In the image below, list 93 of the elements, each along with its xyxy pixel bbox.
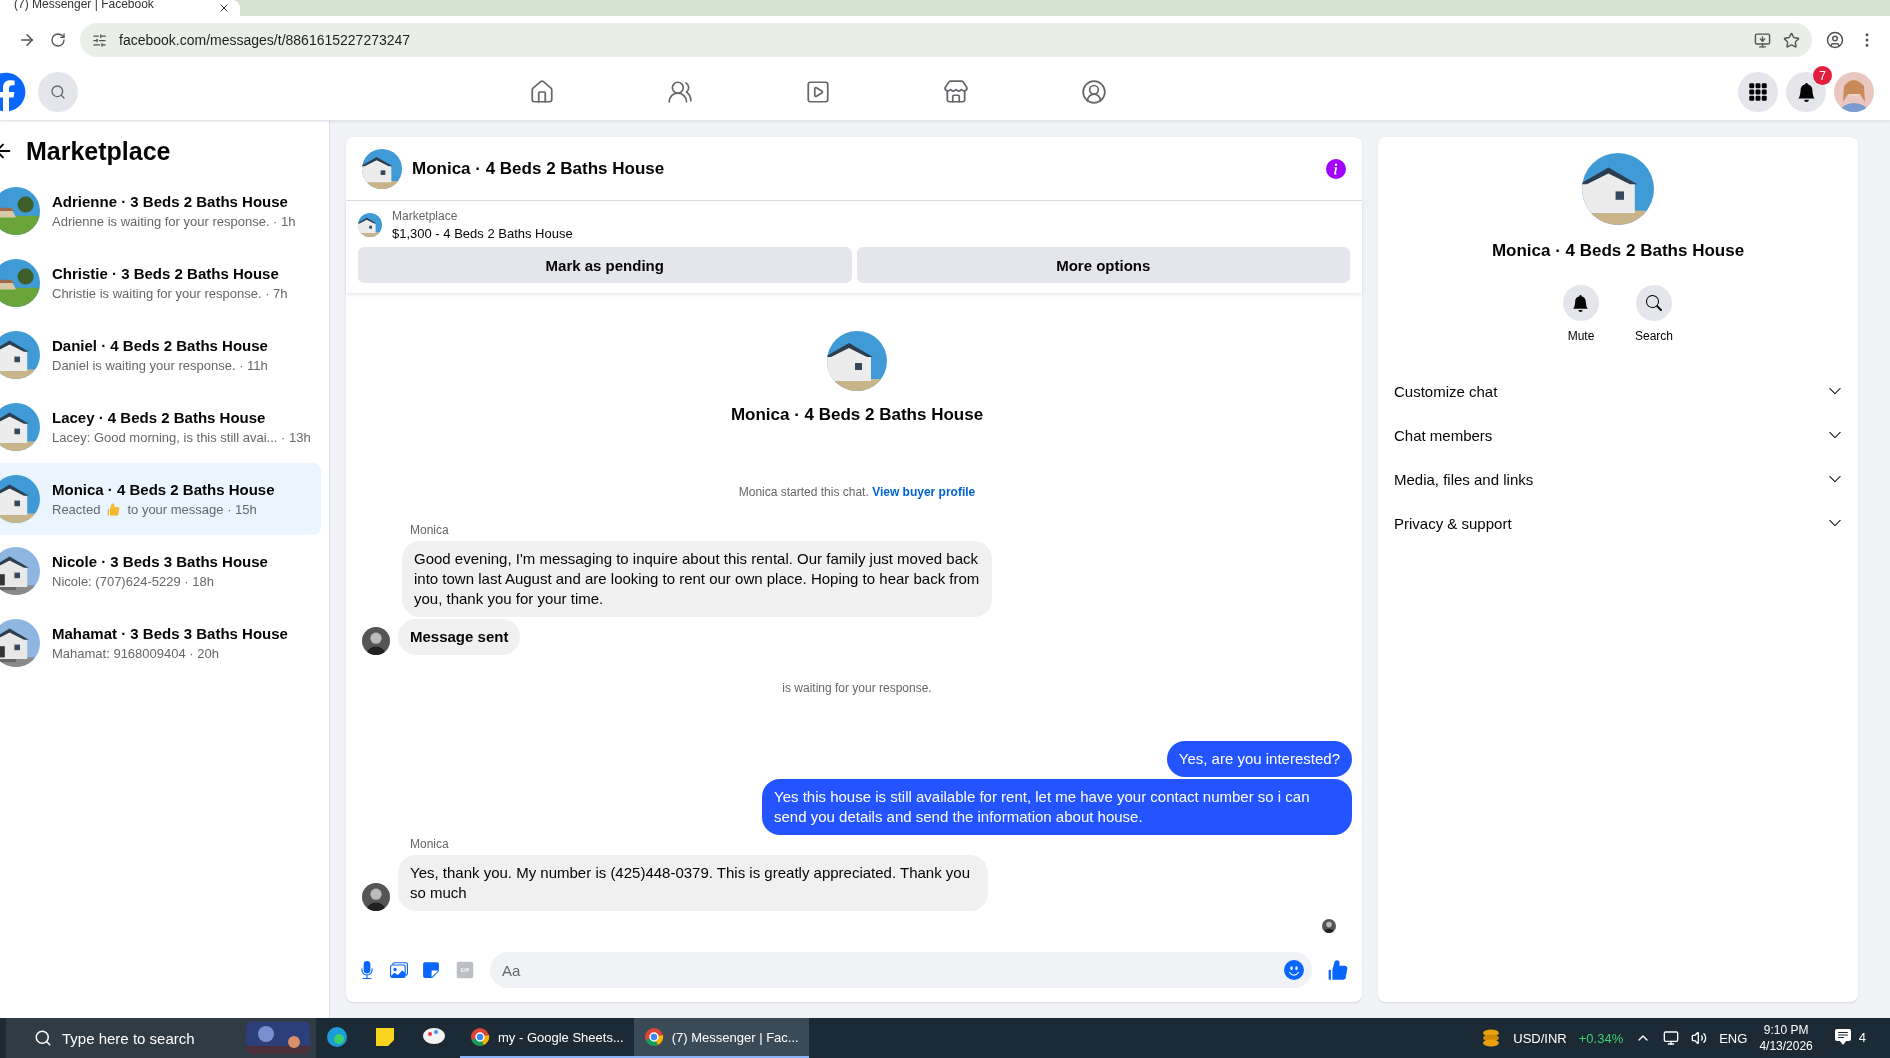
conversation-title: Monica · 4 Beds 2 Baths House xyxy=(52,481,275,498)
conversation-preview: Nicole: (707)624-5229 · 18h xyxy=(52,574,215,589)
conversation-preview: Mahamat: 9168009404 · 20h xyxy=(52,646,220,661)
info-icon[interactable] xyxy=(1326,158,1346,179)
details-section[interactable]: Chat members xyxy=(1390,413,1846,457)
listing-action-button[interactable]: Mark as pending xyxy=(358,247,852,283)
bell-icon xyxy=(1796,82,1816,102)
conversation-preview: Lacey: Good morning, is this still avai... · 13h xyxy=(52,430,311,445)
conversation-preview: Daniel is waiting your response. · 11h xyxy=(52,358,268,373)
reload-icon[interactable] xyxy=(50,32,66,48)
incoming-message: Message sent xyxy=(398,619,521,655)
chat-title: Monica · 4 Beds 2 Baths House xyxy=(412,158,666,179)
chat-start-note: Monica started this chat. View buyer profile xyxy=(738,485,976,499)
conversation-title: Daniel · 4 Beds 2 Baths House xyxy=(52,337,268,354)
thumbs-up-icon xyxy=(106,502,122,517)
listing-source: Marketplace xyxy=(392,209,459,223)
conversation-item[interactable]: Lacey · 4 Beds 2 Baths House Lacey: Good morning, is this still avai... · 13h xyxy=(0,391,321,463)
incoming-message: Yes, thank you. My number is (425)448-0379. This is greatly appreciated. Thank you so much xyxy=(398,855,988,911)
notifications-button[interactable] xyxy=(1786,72,1826,112)
conversation-title: Lacey · 4 Beds 2 Baths House xyxy=(52,409,267,426)
install-icon[interactable] xyxy=(1754,31,1771,49)
sender-name: Monica xyxy=(410,523,450,537)
outgoing-message: Yes this house is still available for rent, let me have your contact number so i can send you details and send the information about house. xyxy=(762,779,1352,835)
conversation-title: Mahamat · 3 Beds 3 Baths House xyxy=(52,625,288,642)
listing-summary: $1,300 - 4 Beds 2 Baths House xyxy=(392,226,573,241)
sticker-icon[interactable] xyxy=(422,961,440,979)
conversation-preview: Adrienne is waiting for your response. · 1h xyxy=(52,214,296,229)
browser-icon xyxy=(643,1027,664,1047)
bookmark-icon[interactable] xyxy=(1783,31,1800,49)
store-icon xyxy=(943,79,969,105)
sender-name: Monica xyxy=(410,837,450,851)
like-icon[interactable] xyxy=(1326,958,1350,982)
home-icon xyxy=(529,79,555,105)
conversation-title: Christie · 3 Beds 2 Baths House xyxy=(52,265,280,282)
search-icon xyxy=(1646,295,1662,311)
buyer-profile-link[interactable]: View buyer profile xyxy=(872,485,976,499)
clock-time[interactable]: 9:10 PM xyxy=(1763,1022,1809,1038)
close-icon[interactable] xyxy=(218,2,230,14)
conversation-item[interactable]: Christie · 3 Beds 2 Baths House Christie is waiting for your response. · 7h xyxy=(0,247,321,319)
conversation-title: Nicole · 3 Beds 3 Baths House xyxy=(52,553,268,570)
details-section[interactable]: Customize chat xyxy=(1390,369,1846,413)
image-icon[interactable] xyxy=(390,961,408,979)
play-icon xyxy=(805,79,831,105)
outgoing-message: Yes, are you interested? xyxy=(1166,741,1352,777)
emoji-icon[interactable] xyxy=(1284,960,1304,980)
ticker-label: USD/INR xyxy=(1513,1030,1567,1046)
site-info-icon[interactable] xyxy=(92,32,107,48)
grid-icon xyxy=(1748,82,1768,102)
bell-icon xyxy=(1572,294,1590,312)
language-indicator[interactable]: ENG xyxy=(1719,1030,1748,1046)
user-circle-icon xyxy=(1081,79,1107,105)
forward-icon[interactable] xyxy=(18,31,36,49)
search-icon xyxy=(34,1029,52,1047)
intro-title: Monica · 4 Beds 2 Baths House xyxy=(730,405,984,425)
listing-action-button[interactable]: More options xyxy=(856,247,1350,283)
taskbar-app[interactable]: (7) Messenger | Fac... xyxy=(633,1018,809,1058)
status-note: is waiting for your response. xyxy=(782,681,932,695)
message-icon xyxy=(1834,1029,1851,1045)
network-icon[interactable] xyxy=(1663,1030,1680,1046)
search-icon xyxy=(50,84,66,100)
sidebar-title: Marketplace xyxy=(26,136,171,166)
search-button[interactable] xyxy=(38,72,78,112)
conversation-preview: Reacted xyxy=(52,502,101,517)
conversation-preview: Christie is waiting for your response. · 7h xyxy=(52,286,288,301)
conversation-item[interactable]: Daniel · 4 Beds 2 Baths House Daniel is waiting your response. · 11h xyxy=(0,319,321,391)
notification-center-button[interactable]: 4 xyxy=(1824,1018,1876,1058)
message-input[interactable]: Aa xyxy=(490,952,1312,988)
menu-button[interactable] xyxy=(1738,72,1778,112)
notification-badge: 7 xyxy=(1813,66,1832,85)
conversation-item[interactable]: Nicole · 3 Beds 3 Baths House Nicole: (707)624-5229 · 18h xyxy=(0,535,321,607)
browser-tab[interactable]: (7) Messenger | Facebook xyxy=(0,0,240,16)
address-bar[interactable]: facebook.com/messages/t/8861615227273247 xyxy=(80,23,1812,57)
details-title: Monica · 4 Beds 2 Baths House xyxy=(1491,241,1745,261)
browser-icon xyxy=(470,1027,490,1047)
browser-icon xyxy=(326,1026,348,1048)
clock-date[interactable]: 4/13/2026 xyxy=(1759,1038,1813,1054)
profile-icon[interactable] xyxy=(1826,31,1844,49)
details-section[interactable]: Privacy & support xyxy=(1390,501,1846,545)
volume-icon[interactable] xyxy=(1691,1030,1708,1046)
sticky-note-icon xyxy=(374,1026,396,1048)
ticker-change: +0.34% xyxy=(1578,1030,1624,1046)
conversation-item[interactable]: Adrienne · 3 Beds 2 Baths House Adrienne is waiting for your response. · 1h xyxy=(0,175,321,247)
conversation-title: Adrienne · 3 Beds 2 Baths House xyxy=(52,193,289,210)
microphone-icon[interactable] xyxy=(358,961,376,979)
details-section[interactable]: Media, files and links xyxy=(1390,457,1846,501)
conversation-item[interactable]: Mahamat · 3 Beds 3 Baths House Mahamat: 9168009404 · 20h xyxy=(0,607,321,679)
url-text: facebook.com/messages/t/8861615227273247 xyxy=(119,32,412,48)
taskbar-app[interactable]: my - Google Sheets... xyxy=(460,1018,634,1058)
coins-icon xyxy=(1481,1028,1502,1048)
conversation-item[interactable]: Monica · 4 Beds 2 Baths House Reacted to your message · 15h xyxy=(0,463,321,535)
people-icon xyxy=(667,79,693,105)
conversation-preview: to your message · 15h xyxy=(127,502,257,517)
incoming-message: Good evening, I'm messaging to inquire about this rental. Our family just moved back into town last August and are looking to rent our own place. Hoping to hear back from you, thank you for your time. xyxy=(402,541,992,617)
